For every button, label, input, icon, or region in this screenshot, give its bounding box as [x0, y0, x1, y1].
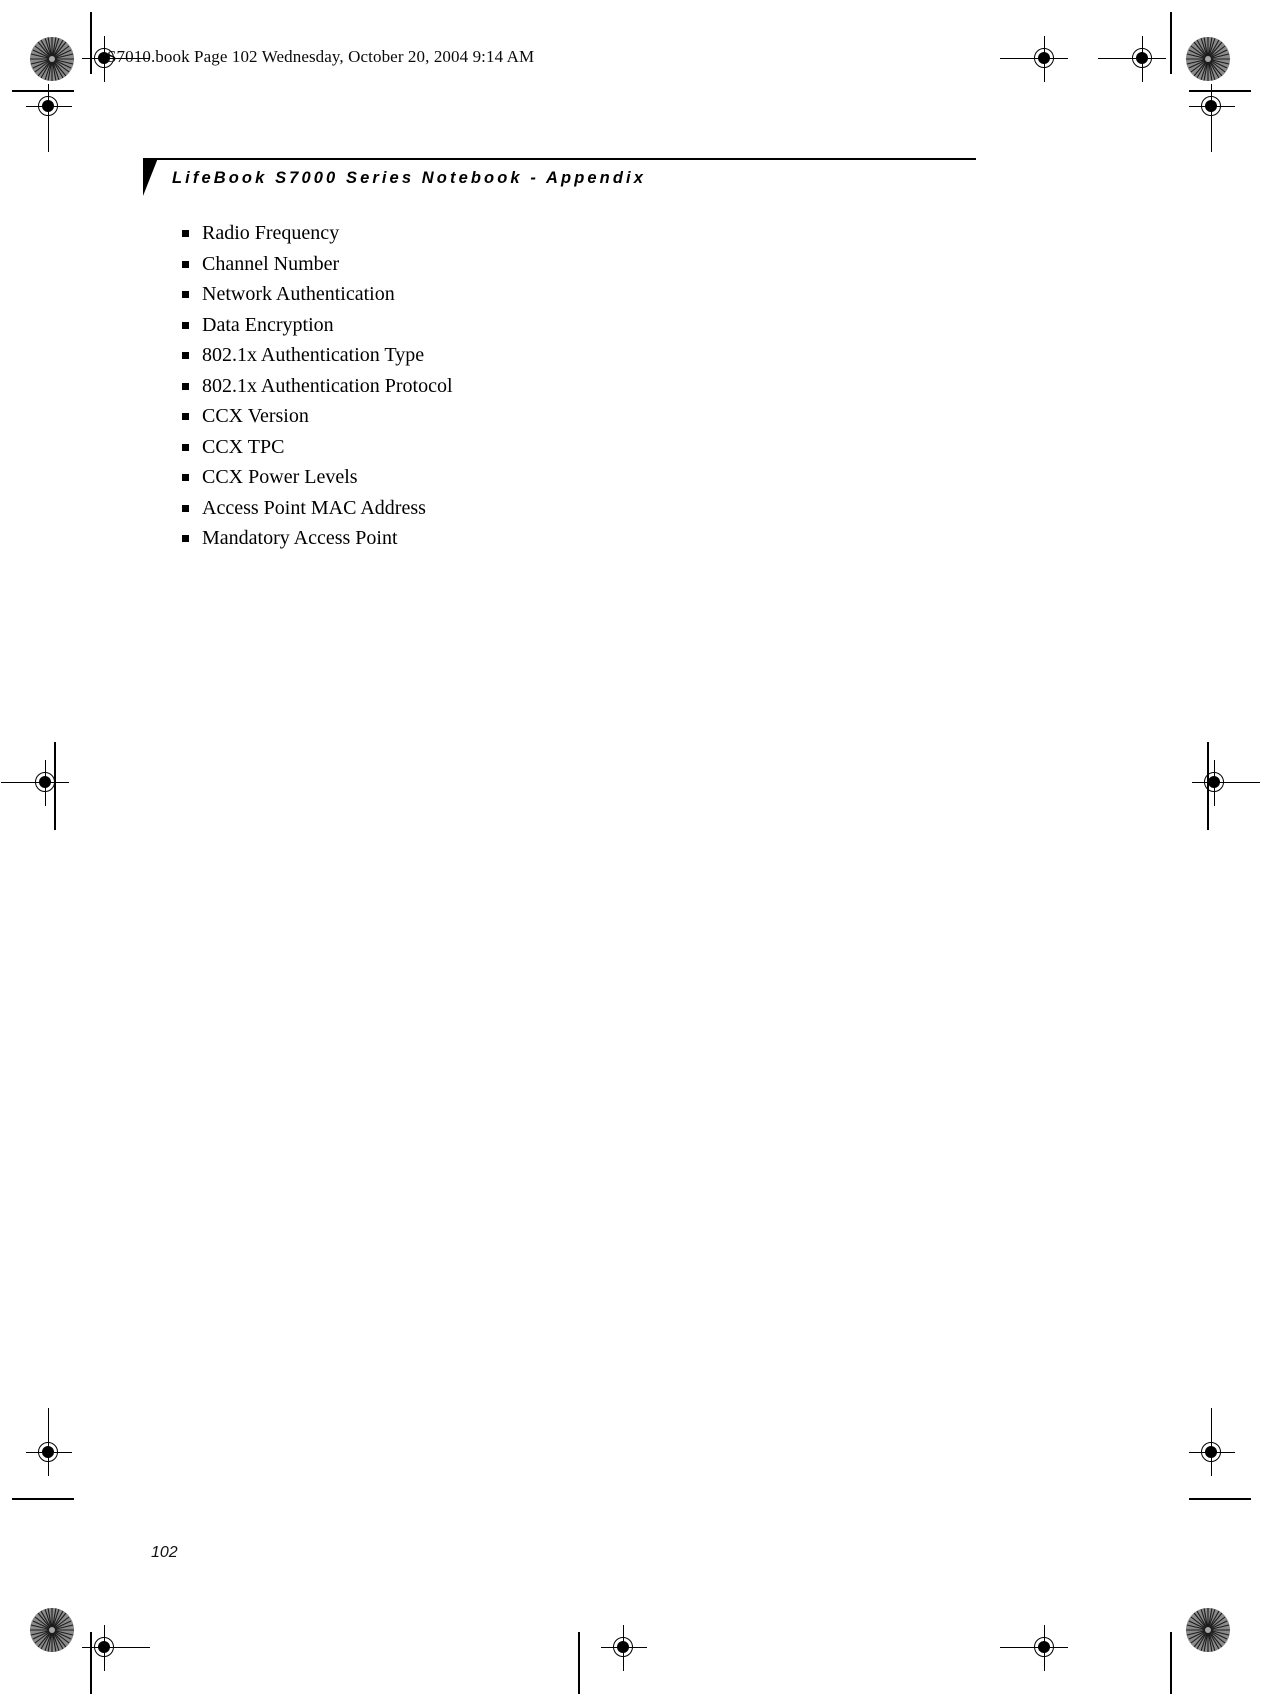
square-bullet-icon [182, 352, 189, 359]
list-item: CCX Power Levels [182, 462, 942, 493]
document-page: S7010.book Page 102 Wednesday, October 2… [0, 0, 1263, 1706]
file-slug-line: S7010.book Page 102 Wednesday, October 2… [107, 47, 535, 66]
color-rosette-icon [30, 1608, 74, 1652]
crop-rule-right-top-horizontal [1189, 90, 1251, 92]
list-item-label: Channel Number [202, 252, 340, 275]
crop-rule-top-left-vertical [90, 12, 92, 74]
list-item: Channel Number [182, 249, 942, 280]
crop-rule-right-bottom-horizontal [1189, 1498, 1251, 1500]
square-bullet-icon [182, 230, 189, 237]
color-rosette-icon [1186, 37, 1230, 81]
crop-rule-left-top-horizontal [12, 90, 74, 92]
color-rosette-icon [1186, 1608, 1230, 1652]
registration-target-icon [1000, 36, 1068, 82]
list-item: 802.1x Authentication Protocol [182, 371, 942, 402]
square-bullet-icon [182, 260, 189, 268]
list-item: Network Authentication [182, 279, 942, 310]
list-item: 802.1x Authentication Type [182, 340, 942, 371]
registration-target-icon [1189, 1408, 1235, 1476]
crop-rule-bottom-center-vertical [578, 1632, 580, 1694]
crop-rule-left-bottom-horizontal [12, 1498, 74, 1500]
list-item-label: CCX Power Levels [202, 466, 358, 488]
running-head-title: LifeBook S7000 Series Notebook - Appendi… [172, 169, 646, 187]
crop-rule-right-middle-vertical [1207, 742, 1209, 830]
list-item-label: 802.1x Authentication Protocol [202, 374, 453, 397]
registration-target-icon [1098, 36, 1166, 82]
list-item-label: Data Encryption [202, 313, 334, 336]
list-item-label: Mandatory Access Point [202, 527, 398, 549]
list-item-label: CCX Version [202, 405, 309, 427]
registration-target-icon [1192, 760, 1260, 806]
list-item: CCX TPC [182, 432, 942, 463]
square-bullet-icon [182, 443, 189, 451]
square-bullet-icon [182, 291, 189, 298]
registration-target-icon [601, 1625, 647, 1671]
list-item-label: CCX TPC [202, 435, 285, 458]
list-item: Radio Frequency [182, 218, 942, 249]
registration-target-icon [82, 1625, 150, 1671]
crop-rule-top-right-vertical [1170, 12, 1172, 74]
list-item: Data Encryption [182, 310, 942, 341]
list-item: CCX Version [182, 401, 942, 432]
square-bullet-icon [182, 413, 189, 420]
crop-rule-bottom-left-vertical [90, 1632, 92, 1694]
list-item-label: 802.1x Authentication Type [202, 344, 425, 366]
registration-target-icon [26, 1408, 72, 1476]
registration-target-icon [26, 84, 72, 152]
crop-rule-bottom-right-vertical [1170, 1632, 1172, 1694]
list-item: Access Point MAC Address [182, 493, 942, 524]
crop-rule-left-middle-vertical [54, 742, 56, 830]
registration-target-icon [1, 760, 69, 806]
square-bullet-icon [182, 382, 189, 390]
registration-target-icon [1189, 84, 1235, 152]
list-item: Mandatory Access Point [182, 523, 942, 554]
list-item-label: Radio Frequency [202, 222, 340, 244]
running-head-rule [143, 158, 976, 160]
registration-target-icon [1000, 1625, 1068, 1671]
square-bullet-icon [182, 504, 189, 512]
feature-list: Radio Frequency Channel Number Network A… [182, 218, 942, 554]
square-bullet-icon [182, 474, 189, 481]
list-item-label: Network Authentication [202, 283, 395, 305]
color-rosette-icon [30, 37, 74, 81]
running-head-flag-icon [143, 158, 158, 196]
square-bullet-icon [182, 321, 189, 329]
list-item-label: Access Point MAC Address [202, 496, 426, 519]
square-bullet-icon [182, 535, 189, 542]
page-number: 102 [151, 1544, 178, 1561]
